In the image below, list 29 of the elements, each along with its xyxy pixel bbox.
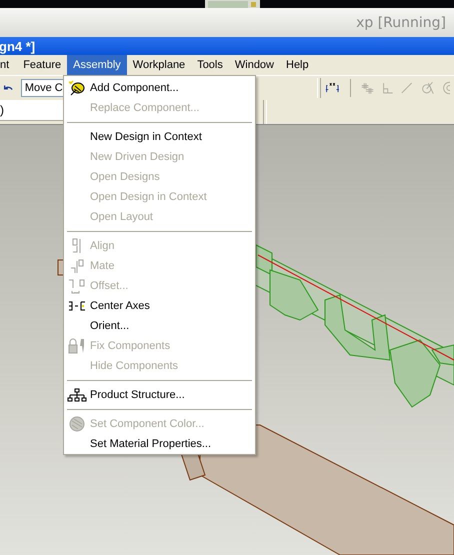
menu-item[interactable]: Product Structure... — [90, 389, 185, 401]
wand-icon — [68, 80, 86, 96]
circle-icon[interactable] — [420, 80, 434, 96]
menu-item[interactable]: nt — [0, 55, 16, 75]
menu-item[interactable]: Help — [280, 55, 315, 75]
menu-item[interactable]: New Design in Context — [90, 131, 202, 143]
input-field[interactable]: ) — [0, 100, 64, 121]
lock-icon — [67, 338, 87, 354]
menu-item[interactable]: Assembly — [67, 55, 127, 75]
menu-item[interactable]: Feature — [17, 55, 68, 75]
line-icon[interactable] — [401, 81, 413, 95]
sphere-icon — [69, 416, 85, 432]
axes-icon — [68, 301, 86, 311]
mate-icon — [70, 258, 84, 274]
bracket-icon[interactable] — [325, 81, 340, 95]
menu-item[interactable]: Tools — [191, 55, 229, 75]
align-icon — [71, 238, 83, 254]
window-title: xp [Running] — [356, 14, 446, 30]
offset-icon — [68, 278, 86, 294]
menu-item[interactable]: Window — [228, 55, 280, 75]
menu-item[interactable]: Workplane — [126, 55, 192, 75]
parallel-icon[interactable] — [360, 80, 374, 96]
menu-item[interactable]: Add Component... — [90, 82, 179, 94]
perpendicular-icon[interactable] — [382, 81, 394, 95]
tree-icon — [67, 388, 87, 402]
target-icon[interactable] — [442, 80, 450, 96]
menu-item[interactable]: Orient... — [90, 320, 130, 332]
menu-item[interactable]: Set Material Properties... — [90, 438, 212, 450]
menu-item[interactable]: Center Axes — [90, 300, 150, 312]
